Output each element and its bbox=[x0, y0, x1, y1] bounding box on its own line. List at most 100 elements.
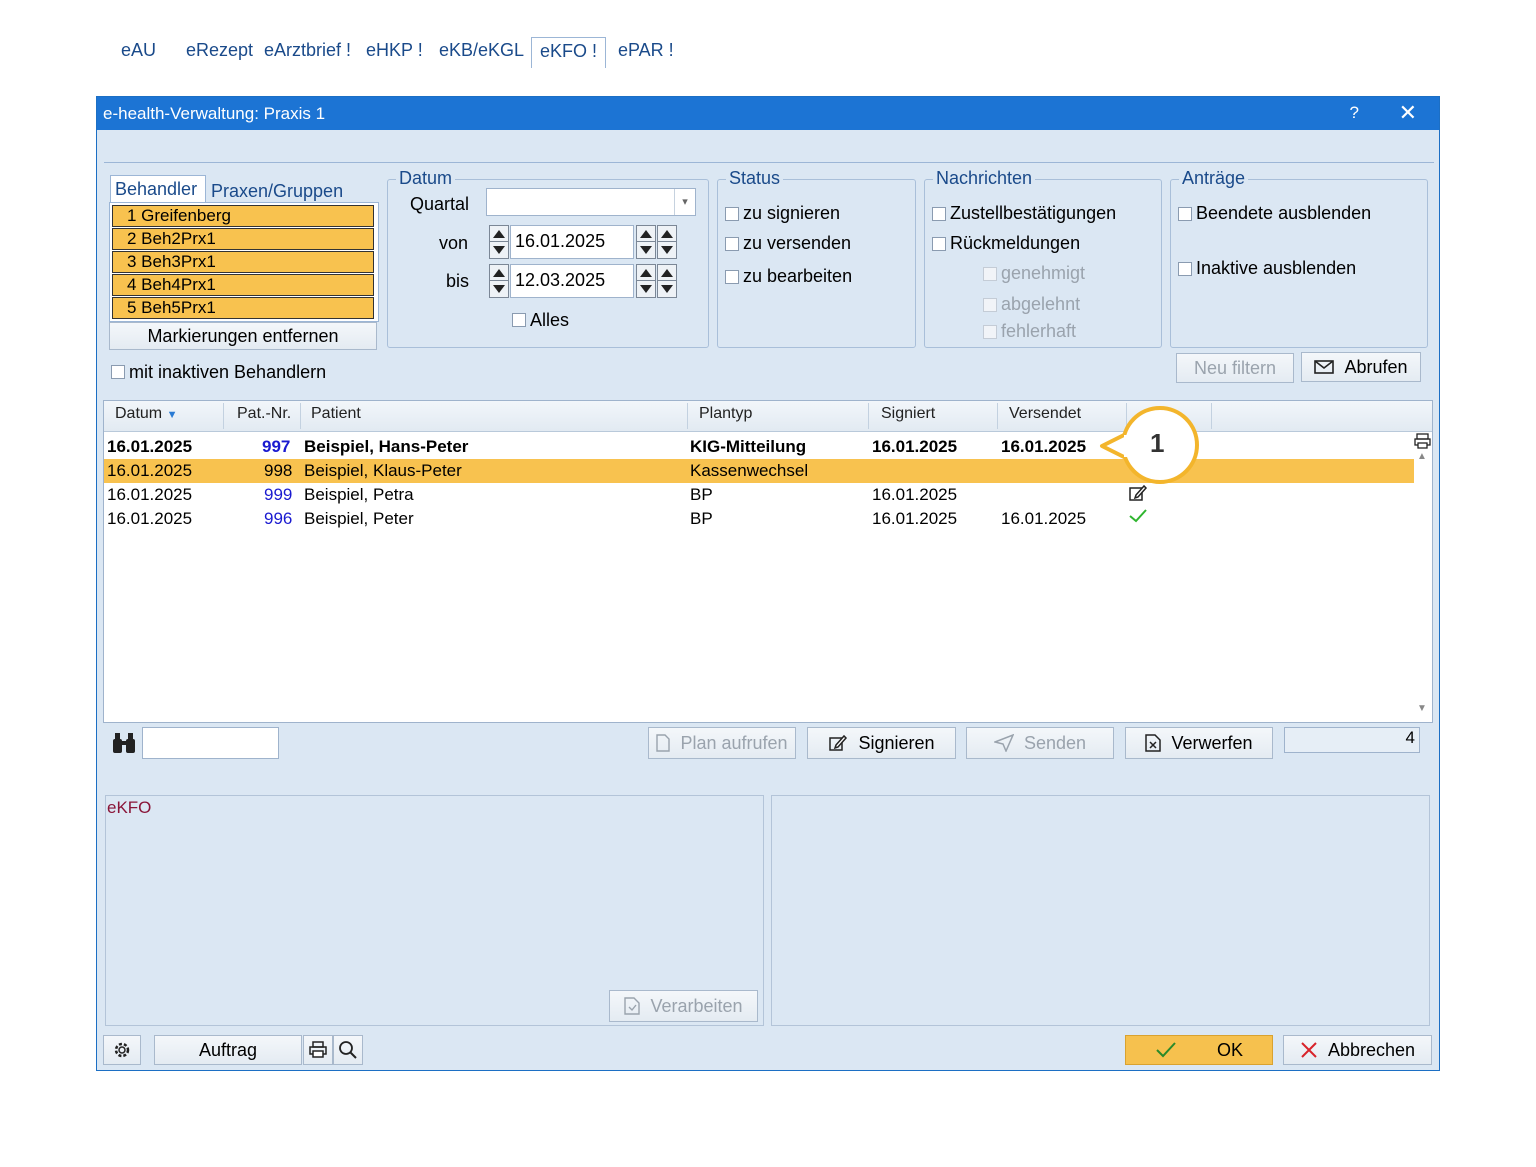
rueckmeldungen-checkbox[interactable] bbox=[932, 237, 946, 251]
alles-checkbox[interactable] bbox=[512, 313, 526, 327]
abgelehnt-label: abgelehnt bbox=[1001, 294, 1081, 314]
col-header-patient[interactable]: Patient bbox=[311, 405, 361, 423]
verarbeiten-button[interactable]: Verarbeiten bbox=[609, 990, 758, 1022]
behandler-item[interactable]: 4 Beh4Prx1 bbox=[112, 274, 374, 296]
check-icon bbox=[1129, 509, 1147, 523]
preview-button[interactable] bbox=[333, 1035, 363, 1065]
zu-signieren-checkbox[interactable] bbox=[725, 207, 739, 221]
printer-icon[interactable] bbox=[1414, 433, 1431, 449]
abbrechen-button[interactable]: Abbrechen bbox=[1283, 1035, 1432, 1065]
header-divider bbox=[1211, 403, 1212, 429]
edit-icon bbox=[829, 734, 848, 751]
help-button[interactable]: ? bbox=[1350, 103, 1359, 123]
col-header-signiert[interactable]: Signiert bbox=[881, 405, 935, 423]
fehlerhaft-checkbox[interactable] bbox=[983, 325, 997, 339]
tab-epar[interactable]: ePAR ! bbox=[618, 40, 674, 66]
scroll-up-icon[interactable]: ▲ bbox=[1417, 451, 1427, 462]
zu-bearbeiten-label: zu bearbeiten bbox=[743, 266, 853, 286]
auftrag-button[interactable]: Auftrag bbox=[154, 1035, 302, 1065]
tab-behandler[interactable]: Behandler bbox=[115, 179, 197, 200]
zustellbestaetigungen-checkbox[interactable] bbox=[932, 207, 946, 221]
tab-praxen-gruppen[interactable]: Praxen/Gruppen bbox=[211, 181, 343, 202]
abgelehnt-checkbox[interactable] bbox=[983, 298, 997, 312]
quartal-select[interactable]: ▾ bbox=[486, 188, 696, 216]
zu-signieren-label: zu signieren bbox=[743, 203, 841, 223]
nachrichten-legend: Nachrichten bbox=[933, 168, 1036, 189]
ok-label: OK bbox=[1216, 1039, 1243, 1060]
genehmigt-checkbox[interactable] bbox=[983, 267, 997, 281]
behandler-item[interactable]: 3 Beh3Prx1 bbox=[112, 251, 374, 273]
tab-ehkp[interactable]: eHKP ! bbox=[366, 40, 423, 66]
fehlerhaft-label: fehlerhaft bbox=[1001, 321, 1077, 341]
von-spinner-left[interactable] bbox=[489, 225, 509, 259]
cell-plantyp: Kassenwechsel bbox=[690, 461, 809, 480]
tab-eau[interactable]: eAU bbox=[121, 40, 156, 66]
quartal-label: Quartal bbox=[410, 194, 470, 214]
binoculars-icon[interactable] bbox=[111, 731, 137, 755]
verwerfen-button[interactable]: Verwerfen bbox=[1125, 727, 1273, 759]
inaktive-behandler-checkbox[interactable] bbox=[111, 365, 125, 379]
settings-button[interactable] bbox=[103, 1035, 141, 1065]
scroll-down-icon[interactable]: ▼ bbox=[1417, 703, 1427, 714]
signieren-button[interactable]: Signieren bbox=[807, 727, 956, 759]
tab-earztbrief[interactable]: eArztbrief ! bbox=[264, 40, 351, 66]
cell-datum: 16.01.2025 bbox=[107, 461, 193, 480]
datum-legend: Datum bbox=[396, 168, 456, 189]
table-row-selected[interactable]: 16.01.2025 998 Beispiel, Klaus-Peter Kas… bbox=[104, 459, 1414, 483]
abrufen-button[interactable]: Abrufen bbox=[1301, 352, 1421, 382]
cell-datum: 16.01.2025 bbox=[107, 485, 193, 504]
cell-versendet: 16.01.2025 bbox=[1001, 437, 1087, 456]
behandler-item[interactable]: 1 Greifenberg bbox=[112, 205, 374, 227]
abrufen-label: Abrufen bbox=[1344, 356, 1408, 377]
search-input[interactable] bbox=[142, 727, 279, 759]
cell-versendet: 16.01.2025 bbox=[1001, 509, 1087, 528]
cell-patient: Beispiel, Petra bbox=[304, 485, 414, 504]
table-row[interactable]: 16.01.2025 999 Beispiel, Petra BP 16.01.… bbox=[104, 483, 1414, 507]
auftrag-label: Auftrag bbox=[198, 1039, 258, 1060]
behandler-item[interactable]: 5 Beh5Prx1 bbox=[112, 297, 374, 319]
cell-plantyp: KIG-Mitteilung bbox=[690, 437, 807, 456]
neu-filtern-button[interactable]: Neu filtern bbox=[1176, 353, 1294, 383]
bis-date-input[interactable]: 12.03.2025 bbox=[510, 264, 634, 298]
tab-ekfo[interactable]: eKFO ! bbox=[531, 37, 607, 68]
inaktive-behandler-label: mit inaktiven Behandlern bbox=[129, 362, 327, 382]
markierungen-entfernen-button[interactable]: Markierungen entfernen bbox=[109, 322, 377, 350]
inaktive-ausblenden-checkbox[interactable] bbox=[1178, 262, 1192, 276]
close-button[interactable]: ✕ bbox=[1399, 100, 1417, 126]
von-spinner-right-b[interactable] bbox=[657, 225, 677, 259]
abbrechen-label: Abbrechen bbox=[1327, 1039, 1416, 1060]
tab-ekb-ekgl[interactable]: eKB/eKGL bbox=[439, 40, 524, 66]
scrollbar[interactable]: ▲ ▼ bbox=[1414, 433, 1431, 721]
gear-icon bbox=[114, 1042, 130, 1058]
cell-plantyp: BP bbox=[690, 485, 713, 504]
print-button[interactable] bbox=[303, 1035, 333, 1065]
col-header-plantyp[interactable]: Plantyp bbox=[699, 405, 752, 423]
chevron-down-icon[interactable]: ▾ bbox=[674, 189, 695, 215]
ekfo-panel-label: eKFO bbox=[107, 798, 152, 817]
zu-bearbeiten-checkbox[interactable] bbox=[725, 270, 739, 284]
beendete-ausblenden-checkbox[interactable] bbox=[1178, 207, 1192, 221]
tab-erezept[interactable]: eRezept bbox=[186, 40, 253, 66]
table-row[interactable]: 16.01.2025 996 Beispiel, Peter BP 16.01.… bbox=[104, 507, 1414, 531]
zu-versenden-checkbox[interactable] bbox=[725, 237, 739, 251]
col-header-versendet[interactable]: Versendet bbox=[1009, 405, 1081, 423]
behandler-item[interactable]: 2 Beh2Prx1 bbox=[112, 228, 374, 250]
status-legend: Status bbox=[726, 168, 784, 189]
bis-spinner-right-b[interactable] bbox=[657, 264, 677, 298]
von-label: von bbox=[439, 233, 469, 253]
check-icon bbox=[1156, 1042, 1176, 1058]
plan-aufrufen-button[interactable]: Plan aufrufen bbox=[648, 727, 796, 759]
envelope-icon bbox=[1314, 360, 1335, 374]
col-header-patnr[interactable]: Pat.-Nr. bbox=[237, 405, 291, 423]
ok-button[interactable]: OK bbox=[1125, 1035, 1273, 1065]
von-date-input[interactable]: 16.01.2025 bbox=[510, 225, 634, 259]
bis-spinner-left[interactable] bbox=[489, 264, 509, 298]
senden-button[interactable]: Senden bbox=[966, 727, 1114, 759]
col-header-datum[interactable]: Datum ▼ bbox=[115, 405, 177, 423]
bis-spinner-right-a[interactable] bbox=[636, 264, 656, 298]
signieren-label: Signieren bbox=[858, 732, 935, 753]
von-spinner-right-a[interactable] bbox=[636, 225, 656, 259]
cell-signiert: 16.01.2025 bbox=[872, 437, 958, 456]
verwerfen-label: Verwerfen bbox=[1171, 732, 1253, 753]
table-row[interactable]: 16.01.2025 997 Beispiel, Hans-Peter KIG-… bbox=[104, 435, 1414, 459]
